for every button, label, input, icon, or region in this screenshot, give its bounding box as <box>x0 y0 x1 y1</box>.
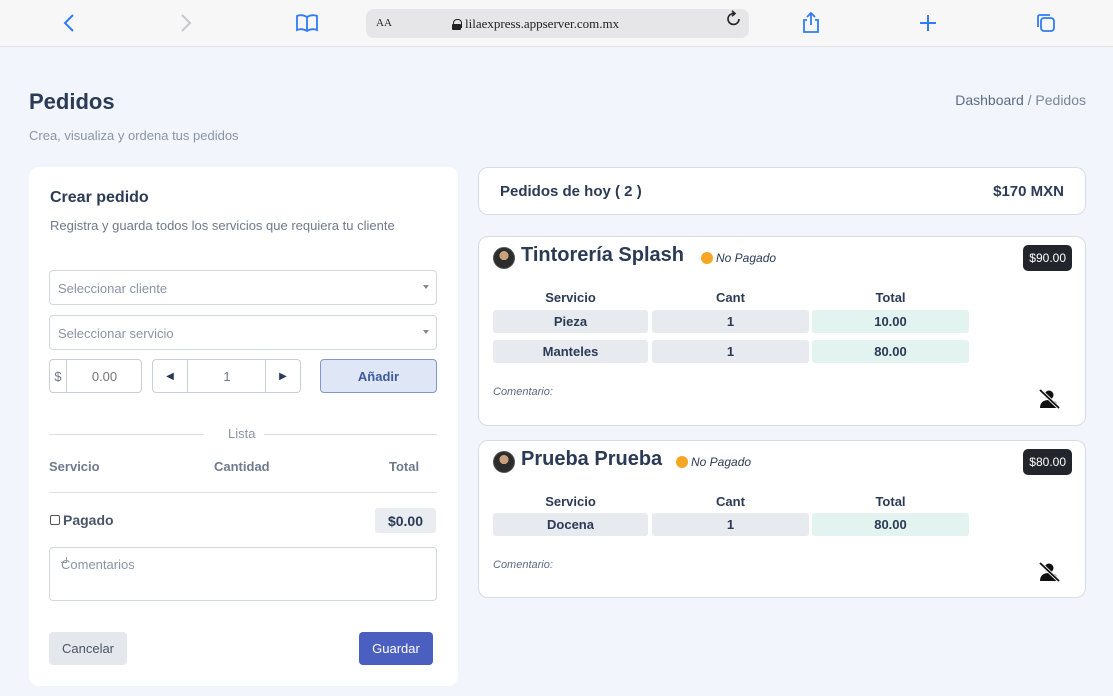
status-dot-icon <box>701 252 713 264</box>
avatar <box>493 247 515 269</box>
table-header-quantity: Cant <box>716 494 745 509</box>
bookmarks-icon[interactable] <box>294 10 320 36</box>
status-label: No Pagado <box>716 251 777 265</box>
order-amount-badge: $80.00 <box>1023 449 1072 475</box>
paid-label: Pagado <box>63 512 114 528</box>
text-size-button[interactable]: AA <box>376 17 392 29</box>
order-card[interactable]: Tintorería Splash No Pagado $90.00 Servi… <box>478 236 1086 426</box>
table-header-quantity: Cant <box>716 290 745 305</box>
list-divider: Lista <box>49 425 437 441</box>
tabs-icon[interactable] <box>1033 10 1059 36</box>
table-cell-service: Docena <box>493 513 648 536</box>
today-summary-card: Pedidos de hoy ( 2 ) $170 MXN <box>478 167 1086 215</box>
comments-placeholder: Comentarios <box>61 557 135 572</box>
page-title: Pedidos <box>29 89 115 114</box>
avatar <box>493 451 515 473</box>
service-select[interactable]: Seleccionar servicio <box>49 315 437 350</box>
lock-icon <box>452 18 462 30</box>
address-bar[interactable]: AA lilaexpress.appserver.com.mx <box>366 9 749 38</box>
client-name: Prueba Prueba <box>521 448 663 470</box>
no-user-icon[interactable] <box>1037 562 1061 582</box>
client-name: Tintorería Splash <box>521 244 685 266</box>
table-header-total: Total <box>875 494 906 509</box>
decrement-button[interactable]: ◀ <box>153 360 188 392</box>
comments-field[interactable]: Comentarios <box>49 547 437 601</box>
add-button[interactable]: Añadir <box>320 359 437 393</box>
forward-icon[interactable] <box>173 10 199 36</box>
today-orders-label: Pedidos de hoy ( 2 ) <box>500 183 642 200</box>
create-order-title: Crear pedido <box>50 189 149 206</box>
page-subtitle: Crea, visualiza y ordena tus pedidos <box>29 128 239 143</box>
table-cell-total: 80.00 <box>812 513 969 536</box>
quantity-value[interactable]: 1 <box>189 369 265 384</box>
service-select-placeholder: Seleccionar servicio <box>58 326 174 341</box>
order-amount-badge: $90.00 <box>1023 245 1072 271</box>
list-header-total: Total <box>389 459 420 474</box>
order-card[interactable]: Prueba Prueba No Pagado $80.00 Servicio … <box>478 440 1086 598</box>
cancel-button[interactable]: Cancelar <box>49 632 127 665</box>
quantity-stepper: ◀ 1 ▶ <box>152 359 301 393</box>
url-text[interactable]: lilaexpress.appserver.com.mx <box>452 16 619 32</box>
checkbox-icon[interactable] <box>50 515 60 525</box>
order-total: $0.00 <box>375 508 436 533</box>
paid-checkbox[interactable]: Pagado <box>50 512 114 528</box>
resize-handle-icon[interactable] <box>61 557 67 563</box>
list-header-service: Servicio <box>49 459 100 474</box>
status-label: No Pagado <box>691 455 752 469</box>
table-cell-quantity: 1 <box>652 310 809 333</box>
price-field: $ <box>49 359 142 393</box>
create-order-subtitle: Registra y guarda todos los servicios qu… <box>50 218 395 233</box>
table-cell-total: 10.00 <box>812 310 969 333</box>
list-label: Lista <box>228 426 256 441</box>
status-badge: No Pagado <box>701 251 776 265</box>
browser-toolbar: AA lilaexpress.appserver.com.mx <box>0 0 1113 47</box>
reload-icon[interactable] <box>726 10 742 33</box>
breadcrumb: Dashboard / Pedidos <box>955 92 1086 108</box>
table-header-service: Servicio <box>545 494 596 509</box>
today-total: $170 MXN <box>993 183 1064 200</box>
status-dot-icon <box>676 456 688 468</box>
comment-label: Comentario: <box>493 386 553 398</box>
status-badge: No Pagado <box>676 455 751 469</box>
table-header-service: Servicio <box>545 290 596 305</box>
list-header-quantity: Cantidad <box>214 459 270 474</box>
table-cell-quantity: 1 <box>652 513 809 536</box>
create-order-card: Crear pedido Registra y guarda todos los… <box>29 167 458 686</box>
url-value: lilaexpress.appserver.com.mx <box>465 16 620 31</box>
increment-button[interactable]: ▶ <box>265 360 300 392</box>
new-tab-icon[interactable] <box>915 10 941 36</box>
currency-symbol: $ <box>50 360 67 392</box>
table-cell-service: Pieza <box>493 310 648 333</box>
table-cell-quantity: 1 <box>652 340 809 363</box>
no-user-icon[interactable] <box>1037 389 1061 409</box>
table-cell-service: Manteles <box>493 340 648 363</box>
price-input[interactable] <box>68 360 141 392</box>
table-cell-total: 80.00 <box>812 340 969 363</box>
breadcrumb-separator: / <box>1027 92 1032 108</box>
comment-label: Comentario: <box>493 559 553 571</box>
client-select[interactable]: Seleccionar cliente <box>49 270 437 305</box>
save-button[interactable]: Guardar <box>359 632 433 665</box>
breadcrumb-current: Pedidos <box>1035 92 1086 108</box>
table-header-total: Total <box>875 290 906 305</box>
breadcrumb-dashboard[interactable]: Dashboard <box>955 92 1024 108</box>
client-select-placeholder: Seleccionar cliente <box>58 281 168 296</box>
chevron-down-icon <box>423 330 429 334</box>
chevron-down-icon <box>423 285 429 289</box>
list-divider-line <box>49 492 437 493</box>
back-icon[interactable] <box>56 10 82 36</box>
share-icon[interactable] <box>798 10 824 36</box>
